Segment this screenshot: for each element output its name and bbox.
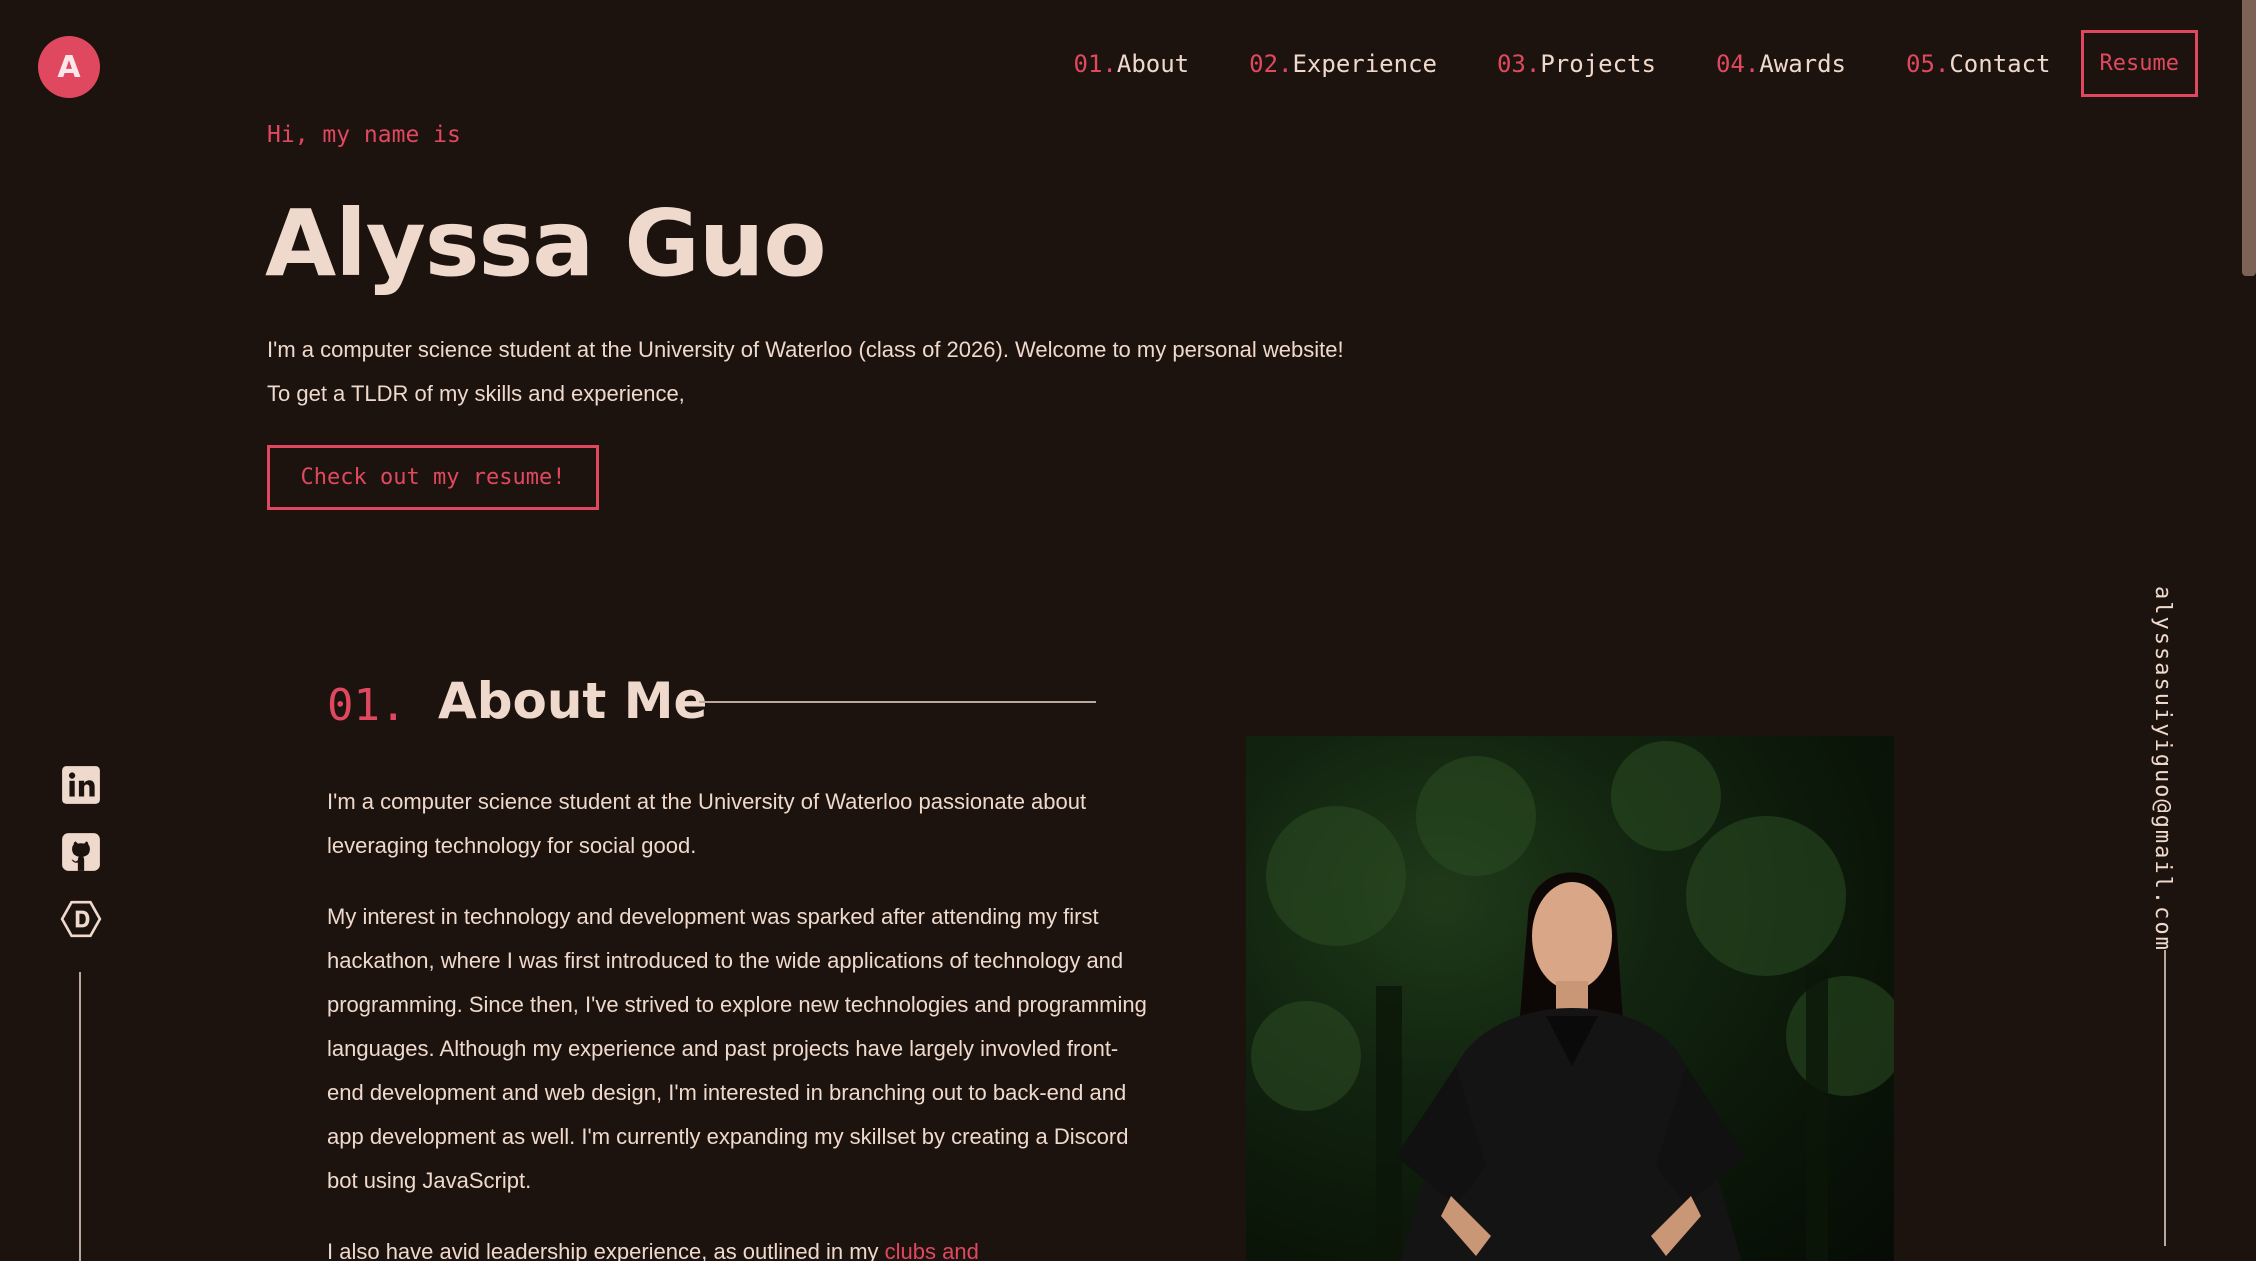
about-text: I'm a computer science student at the Un… (327, 780, 1147, 1261)
about-paragraph-1: I'm a computer science student at the Un… (327, 789, 1087, 858)
nav-item-awards[interactable]: 04.Awards (1716, 50, 1846, 78)
check-resume-button[interactable]: Check out my resume! (267, 445, 599, 510)
about-paragraph-2: My interest in technology and developmen… (327, 904, 1147, 1193)
hero-intro: Hi, my name is (267, 122, 461, 148)
github-icon[interactable] (60, 831, 102, 873)
scrollbar[interactable] (2242, 0, 2256, 1261)
nav-item-projects[interactable]: 03.Projects (1497, 50, 1656, 78)
nav-item-experience[interactable]: 02.Experience (1249, 50, 1437, 78)
devpost-icon[interactable] (60, 898, 102, 940)
resume-button[interactable]: Resume (2080, 30, 2198, 97)
section-title: About Me (438, 672, 708, 730)
scrollbar-thumb[interactable] (2242, 0, 2256, 276)
clubs-link[interactable]: clubs and (885, 1239, 979, 1261)
section-divider (699, 701, 1096, 703)
about-paragraph-3: I also have avid leadership experience, … (327, 1230, 1147, 1261)
email-link[interactable]: alyssasuiyiguo@gmail.com (2150, 586, 2175, 952)
hero-tldr: To get a TLDR of my skills and experienc… (267, 381, 685, 406)
logo-button[interactable]: A (38, 36, 100, 98)
linkedin-icon[interactable] (60, 764, 102, 806)
hero-description: I'm a computer science student at the Un… (267, 337, 1344, 362)
hero-name: Alyssa Guo (265, 190, 827, 297)
social-links (60, 764, 102, 965)
section-number: 01. (327, 680, 407, 731)
top-nav: 01.About 02.Experience 03.Projects 04.Aw… (1074, 30, 2198, 97)
left-vertical-line (79, 972, 81, 1261)
profile-photo (1246, 736, 1894, 1261)
nav-item-about[interactable]: 01.About (1074, 50, 1190, 78)
page: A 01.About 02.Experience 03.Projects 04.… (0, 0, 2256, 1261)
right-vertical-line (2164, 950, 2166, 1246)
nav-item-contact[interactable]: 05.Contact (1906, 50, 2051, 78)
